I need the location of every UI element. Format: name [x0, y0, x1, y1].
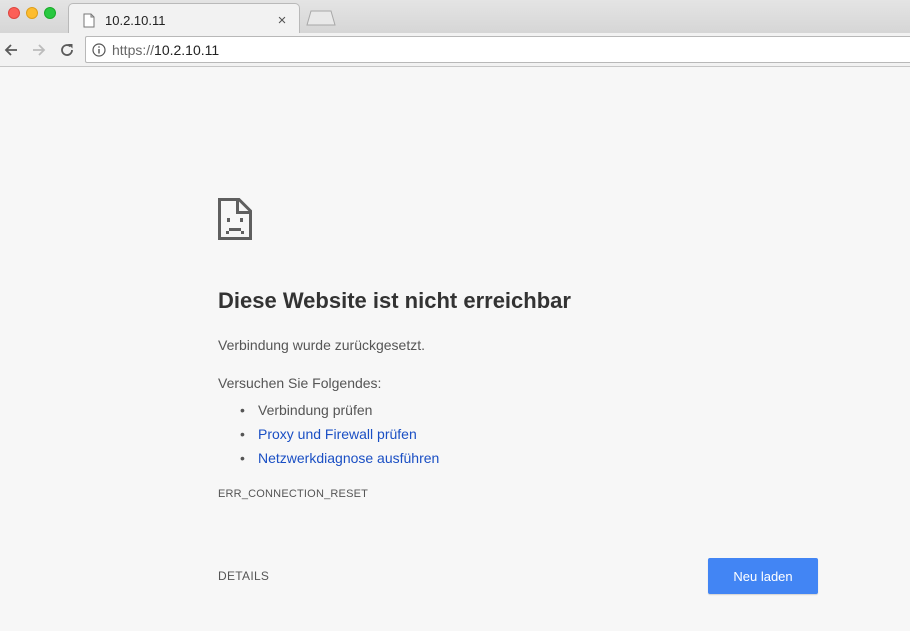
minimize-window-button[interactable]: [26, 7, 38, 19]
tab-title: 10.2.10.11: [105, 12, 166, 28]
suggestion-check-connection: Verbindung prüfen: [258, 402, 373, 418]
reload-page-button[interactable]: Neu laden: [708, 558, 818, 594]
details-button[interactable]: DETAILS: [218, 569, 269, 583]
arrow-right-icon: [33, 44, 46, 56]
browser-tab[interactable]: 10.2.10.11 ×: [68, 3, 300, 34]
new-tab-button[interactable]: [306, 10, 336, 26]
reload-button[interactable]: [57, 40, 77, 60]
suggestions-intro: Versuchen Sie Folgendes:: [218, 375, 382, 391]
forward-button[interactable]: [29, 40, 49, 60]
browser-toolbar: https://10.2.10.11: [0, 33, 910, 67]
error-heading: Diese Website ist nicht erreichbar: [218, 288, 571, 313]
arrow-left-icon: [4, 44, 17, 56]
bullet: •: [240, 450, 245, 466]
title-bar: 10.2.10.11 ×: [0, 0, 910, 34]
bullet: •: [240, 426, 245, 442]
reload-icon: [61, 44, 73, 56]
list-item: • Netzwerkdiagnose ausführen: [240, 446, 439, 470]
error-code: ERR_CONNECTION_RESET: [218, 488, 369, 500]
tab-close-icon[interactable]: ×: [275, 12, 289, 29]
error-subtext: Verbindung wurde zurückgesetzt.: [218, 337, 426, 353]
info-icon[interactable]: [92, 42, 106, 57]
back-button[interactable]: [1, 40, 21, 60]
address-bar[interactable]: https://10.2.10.11: [85, 36, 910, 63]
url-text: https://10.2.10.11: [112, 42, 219, 58]
suggestion-network-diagnostics-link[interactable]: Netzwerkdiagnose ausführen: [258, 448, 439, 468]
sad-page-icon: [218, 198, 252, 240]
suggestions-list: • Verbindung prüfen • Proxy und Firewall…: [240, 398, 439, 470]
list-item: • Verbindung prüfen: [240, 398, 439, 422]
list-item: • Proxy und Firewall prüfen: [240, 422, 439, 446]
url-host: 10.2.10.11: [154, 41, 220, 58]
maximize-window-button[interactable]: [44, 7, 56, 19]
document-icon: [83, 13, 95, 27]
suggestion-check-proxy-link[interactable]: Proxy und Firewall prüfen: [258, 424, 417, 444]
close-window-button[interactable]: [8, 7, 20, 19]
bullet: •: [240, 402, 245, 418]
url-scheme: https://: [112, 41, 155, 58]
